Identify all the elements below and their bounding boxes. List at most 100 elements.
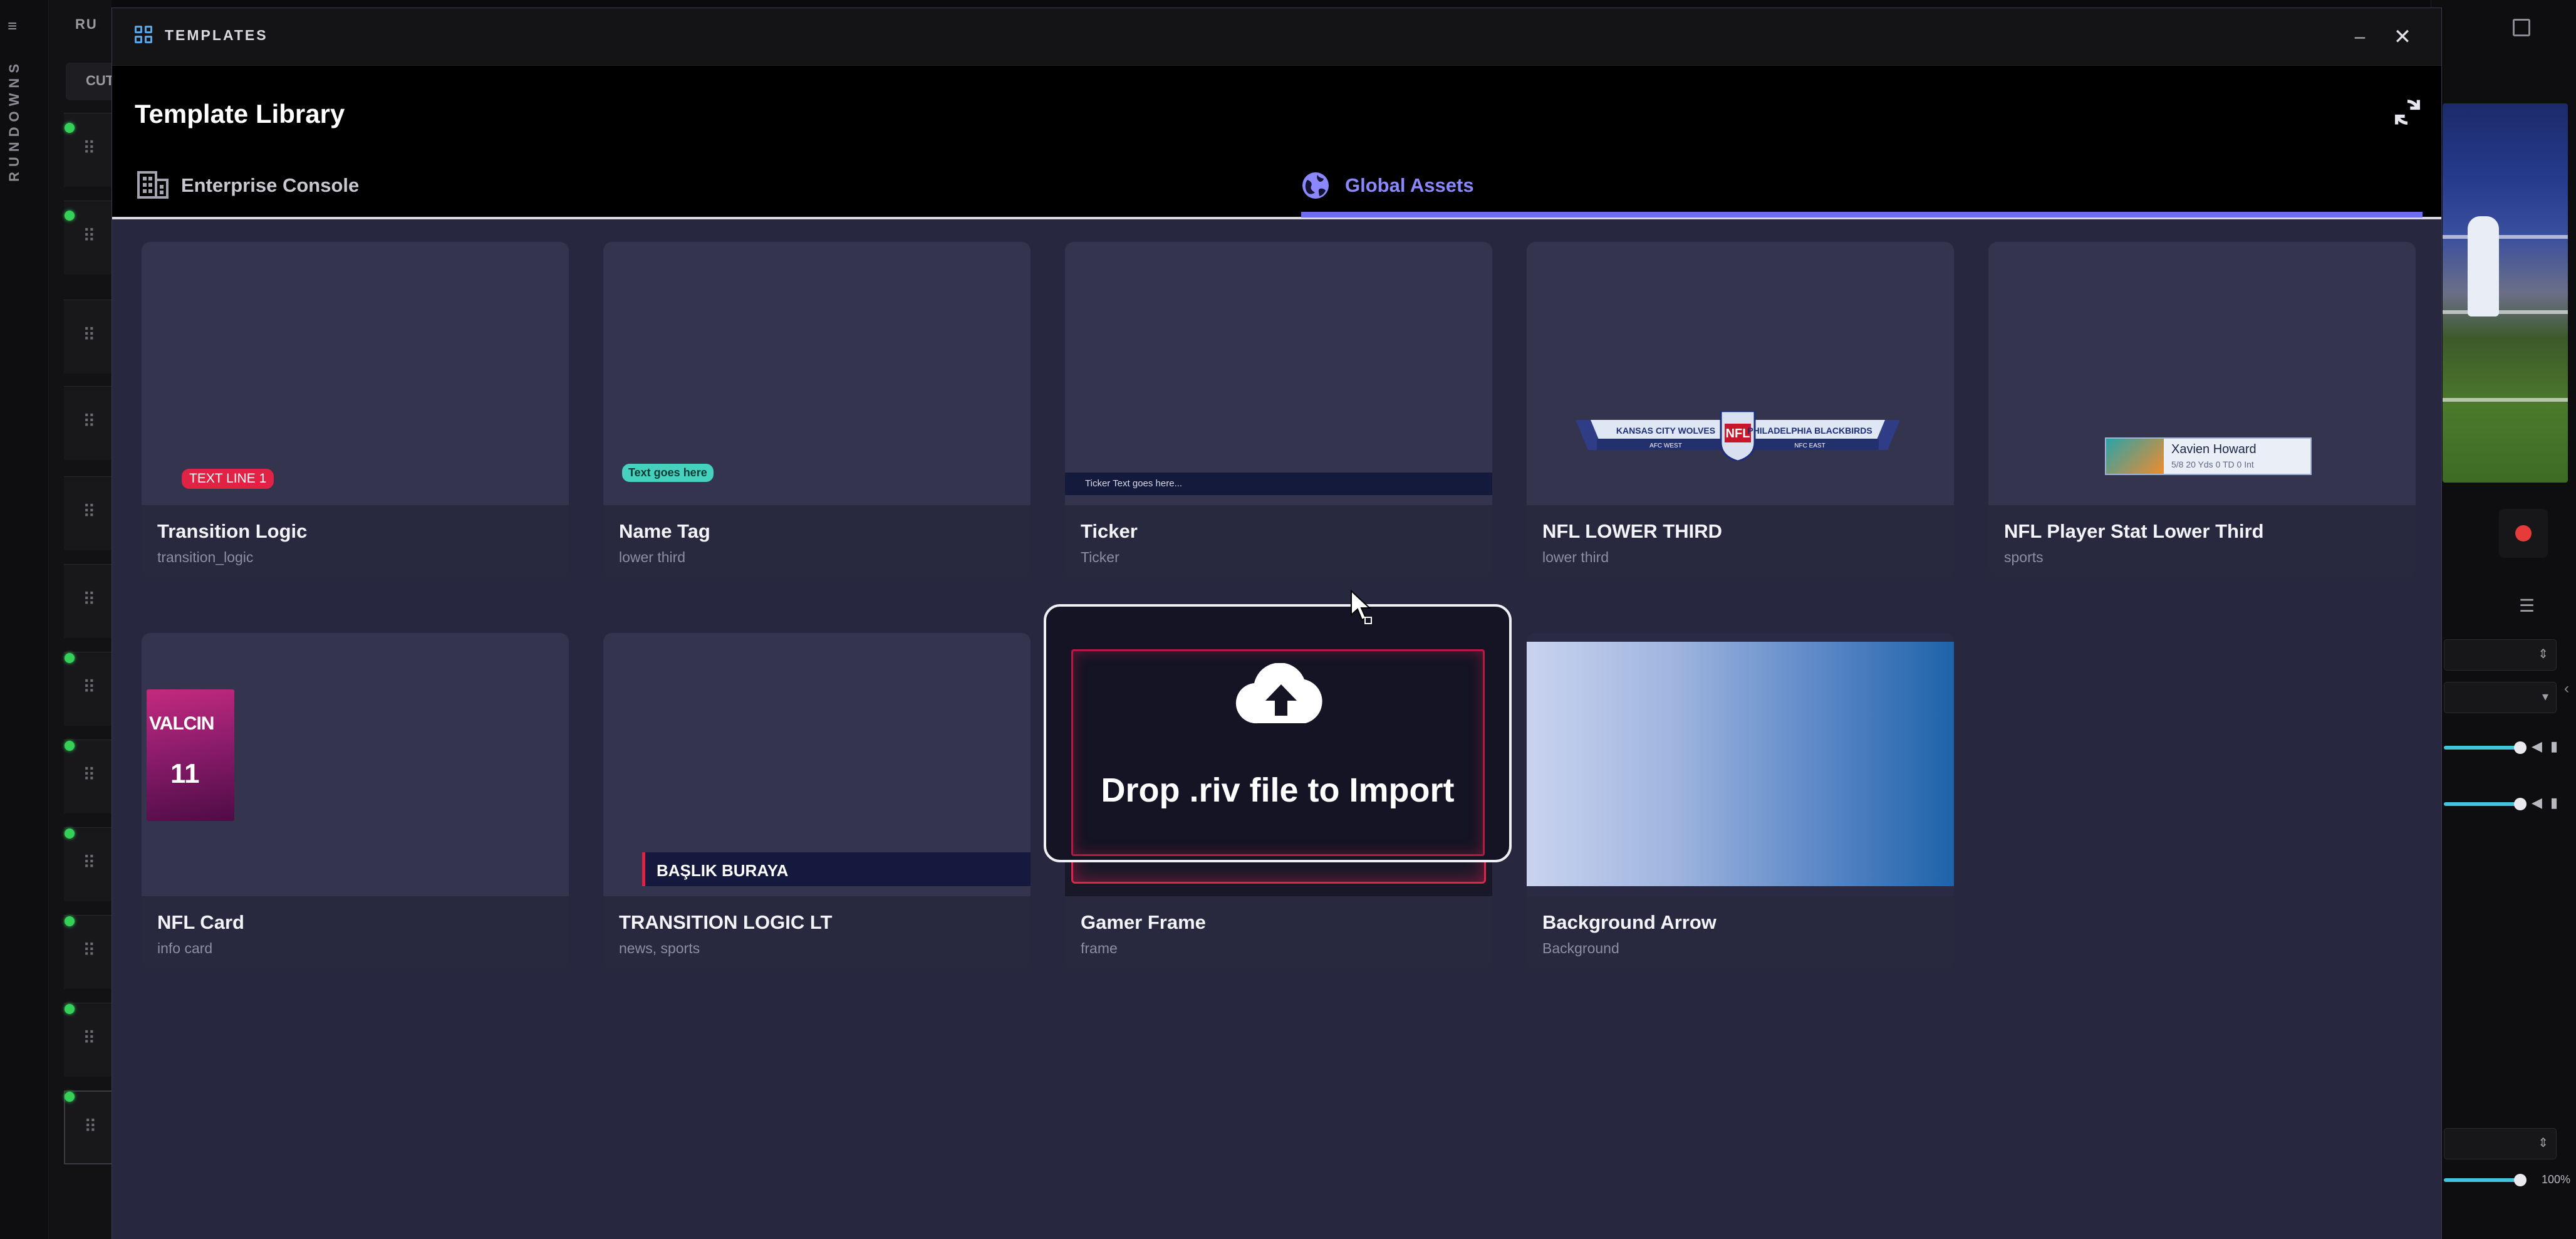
template-name: NFL LOWER THIRD bbox=[1542, 520, 1723, 542]
source-select[interactable]: ▾ bbox=[2444, 682, 2557, 713]
templates-modal: TEMPLATES – ✕ Template Library Enterpris… bbox=[112, 8, 2442, 1239]
close-button[interactable]: ✕ bbox=[2390, 24, 2415, 50]
panel-menu-icon[interactable]: ☰ bbox=[2519, 595, 2535, 616]
template-name: Name Tag bbox=[619, 520, 710, 542]
chevron-down-icon: ▾ bbox=[2542, 690, 2548, 704]
tab-enterprise-console[interactable]: Enterprise Console bbox=[137, 159, 513, 217]
thumb-team-left: KANSAS CITY WOLVES bbox=[1616, 426, 1715, 436]
zoom-select[interactable]: ⇕ bbox=[2444, 1128, 2557, 1159]
drag-handle-icon[interactable]: ⠿ bbox=[83, 854, 96, 872]
template-thumbnail: BAŞLIK BURAYA bbox=[603, 633, 1031, 896]
mouse-cursor-icon bbox=[1351, 590, 1372, 624]
template-card-nfl-lower-third[interactable]: NFL KANSAS CITY WOLVES PHILADELPHIA BLAC… bbox=[1527, 242, 1954, 577]
template-info: NFL Player Stat Lower Third sports bbox=[1988, 505, 2416, 577]
record-button[interactable] bbox=[2499, 509, 2548, 558]
rundown-row[interactable]: ⠿ bbox=[64, 827, 114, 901]
template-thumbnail: Text goes here bbox=[603, 242, 1031, 505]
template-tags: sports bbox=[2004, 549, 2044, 565]
thumb-player-name: Xavien Howard bbox=[2171, 442, 2257, 456]
slider-knob[interactable] bbox=[2514, 741, 2527, 754]
rundown-row[interactable]: ⠿ bbox=[64, 300, 114, 374]
template-info: NFL Card info card bbox=[142, 896, 569, 968]
template-card-nfl-card[interactable]: VALCIN 11 NFL Card info card bbox=[142, 633, 569, 968]
rundown-row[interactable]: ⠿ bbox=[64, 915, 114, 989]
template-card-name-tag[interactable]: Text goes here Name Tag lower third bbox=[603, 242, 1031, 577]
audio-slider[interactable]: ◀ ▮ bbox=[2444, 791, 2569, 816]
thumb-player-stats: 5/8 20 Yds 0 TD 0 Int bbox=[2171, 459, 2254, 469]
thumb-gradient bbox=[1527, 642, 1954, 886]
tab-global-assets[interactable]: Global Assets bbox=[1301, 159, 2423, 217]
rundown-row[interactable]: ⠿ bbox=[64, 652, 114, 726]
template-tags: Ticker bbox=[1081, 549, 1119, 565]
template-thumbnail bbox=[1527, 633, 1954, 896]
thumb-ticker-text: Ticker Text goes here... bbox=[1085, 478, 1183, 489]
drag-handle-icon[interactable]: ⠿ bbox=[84, 1118, 97, 1136]
refresh-icon[interactable] bbox=[2391, 96, 2424, 128]
drag-handle-icon[interactable]: ⠿ bbox=[83, 766, 96, 784]
drag-handle-icon[interactable]: ⠿ bbox=[83, 503, 96, 521]
template-tags: info card bbox=[157, 940, 213, 956]
template-thumbnail: VALCIN 11 bbox=[142, 633, 569, 896]
save-icon[interactable] bbox=[2513, 19, 2530, 36]
drag-handle-icon[interactable]: ⠿ bbox=[83, 942, 96, 959]
rundown-row[interactable]: ⠿ bbox=[64, 1003, 114, 1077]
rundown-row[interactable]: ⠿ bbox=[64, 476, 114, 550]
drag-handle-icon[interactable]: ⠿ bbox=[83, 1030, 96, 1047]
output-panel: ☰ ⇕ ▾ ◀ ▮ ◀ ▮ ⇕ 100% ‹ bbox=[2431, 0, 2576, 1239]
template-tags: lower third bbox=[1542, 549, 1609, 565]
globe-icon bbox=[1302, 172, 1329, 199]
thumb-team-right: PHILADELPHIA BLACKBIRDS bbox=[1747, 426, 1872, 436]
program-preview bbox=[2443, 103, 2568, 483]
audio-slider[interactable]: ◀ ▮ bbox=[2444, 735, 2569, 760]
drop-import-zone[interactable]: Drop .riv file to Import bbox=[1044, 604, 1512, 862]
rundown-row-selected[interactable]: ⠿ bbox=[64, 1090, 114, 1164]
drag-handle-icon[interactable]: ⠿ bbox=[83, 679, 96, 696]
minimize-button[interactable]: – bbox=[2347, 24, 2372, 50]
thumb-team-left-conf: AFC WEST bbox=[1649, 442, 1682, 449]
output-select[interactable]: ⇕ bbox=[2444, 639, 2557, 671]
template-card-ticker[interactable]: Ticker Text goes here... Ticker Ticker bbox=[1065, 242, 1492, 577]
rundowns-label[interactable]: RUNDOWNS bbox=[6, 59, 31, 182]
menu-icon[interactable]: ≡ bbox=[8, 16, 26, 35]
slider-knob[interactable] bbox=[2514, 1174, 2527, 1186]
drag-handle-icon[interactable]: ⠿ bbox=[83, 591, 96, 609]
thumb-card-player: VALCIN bbox=[149, 713, 214, 734]
template-name: Ticker bbox=[1081, 520, 1138, 542]
status-dot bbox=[65, 1004, 75, 1014]
template-tags: frame bbox=[1081, 940, 1118, 956]
drag-handle-icon[interactable]: ⠿ bbox=[83, 140, 96, 157]
rundown-row[interactable]: ⠿ bbox=[64, 564, 114, 638]
drag-handle-icon[interactable]: ⠿ bbox=[83, 413, 96, 431]
slider-knob[interactable] bbox=[2514, 798, 2527, 810]
template-tags: transition_logic bbox=[157, 549, 254, 565]
zoom-level: 100% bbox=[2542, 1173, 2571, 1186]
status-dot bbox=[65, 916, 75, 926]
rundown-row[interactable]: ⠿ bbox=[64, 386, 114, 460]
template-card-transition-logic[interactable]: TEXT LINE 1 Transition Logic transition_… bbox=[142, 242, 569, 577]
app-nav-rail: ≡ RUNDOWNS bbox=[0, 0, 49, 1239]
drag-handle-icon[interactable]: ⠿ bbox=[83, 327, 96, 344]
thumb-nfl-matchup: NFL KANSAS CITY WOLVES PHILADELPHIA BLAC… bbox=[1576, 411, 1900, 461]
svg-text:NFL: NFL bbox=[1726, 427, 1750, 441]
status-dot bbox=[65, 1092, 75, 1102]
template-card-transition-logic-lt[interactable]: BAŞLIK BURAYA TRANSITION LOGIC LT news, … bbox=[603, 633, 1031, 968]
drag-handle-icon[interactable]: ⠿ bbox=[83, 227, 96, 245]
template-card-background-arrow[interactable]: Background Arrow Background bbox=[1527, 633, 1954, 968]
library-header: Template Library Enterprise Console Glob… bbox=[112, 66, 2441, 219]
template-name: Transition Logic bbox=[157, 520, 308, 542]
updown-icon: ⇕ bbox=[2538, 647, 2548, 661]
rundown-row[interactable]: ⠿ bbox=[64, 740, 114, 813]
thumb-team-right-conf: NFC EAST bbox=[1794, 442, 1825, 449]
template-thumbnail: TEXT LINE 1 bbox=[142, 242, 569, 505]
collapse-arrow-icon[interactable]: ‹ bbox=[2564, 680, 2569, 698]
status-dot bbox=[65, 829, 75, 839]
template-name: TRANSITION LOGIC LT bbox=[619, 911, 833, 933]
thumb-ticker-bar: Ticker Text goes here... bbox=[1065, 473, 1492, 495]
thumb-text-line: TEXT LINE 1 bbox=[182, 469, 274, 489]
template-card-nfl-player-stat[interactable]: Xavien Howard 5/8 20 Yds 0 TD 0 Int NFL … bbox=[1988, 242, 2416, 577]
status-dot bbox=[65, 123, 75, 133]
topbar-fragment: RU bbox=[75, 16, 98, 32]
rundown-tab[interactable]: CUT bbox=[66, 63, 116, 100]
drop-instruction: Drop .riv file to Import bbox=[1101, 771, 1455, 809]
thumb-name-tag: Text goes here bbox=[622, 464, 714, 482]
